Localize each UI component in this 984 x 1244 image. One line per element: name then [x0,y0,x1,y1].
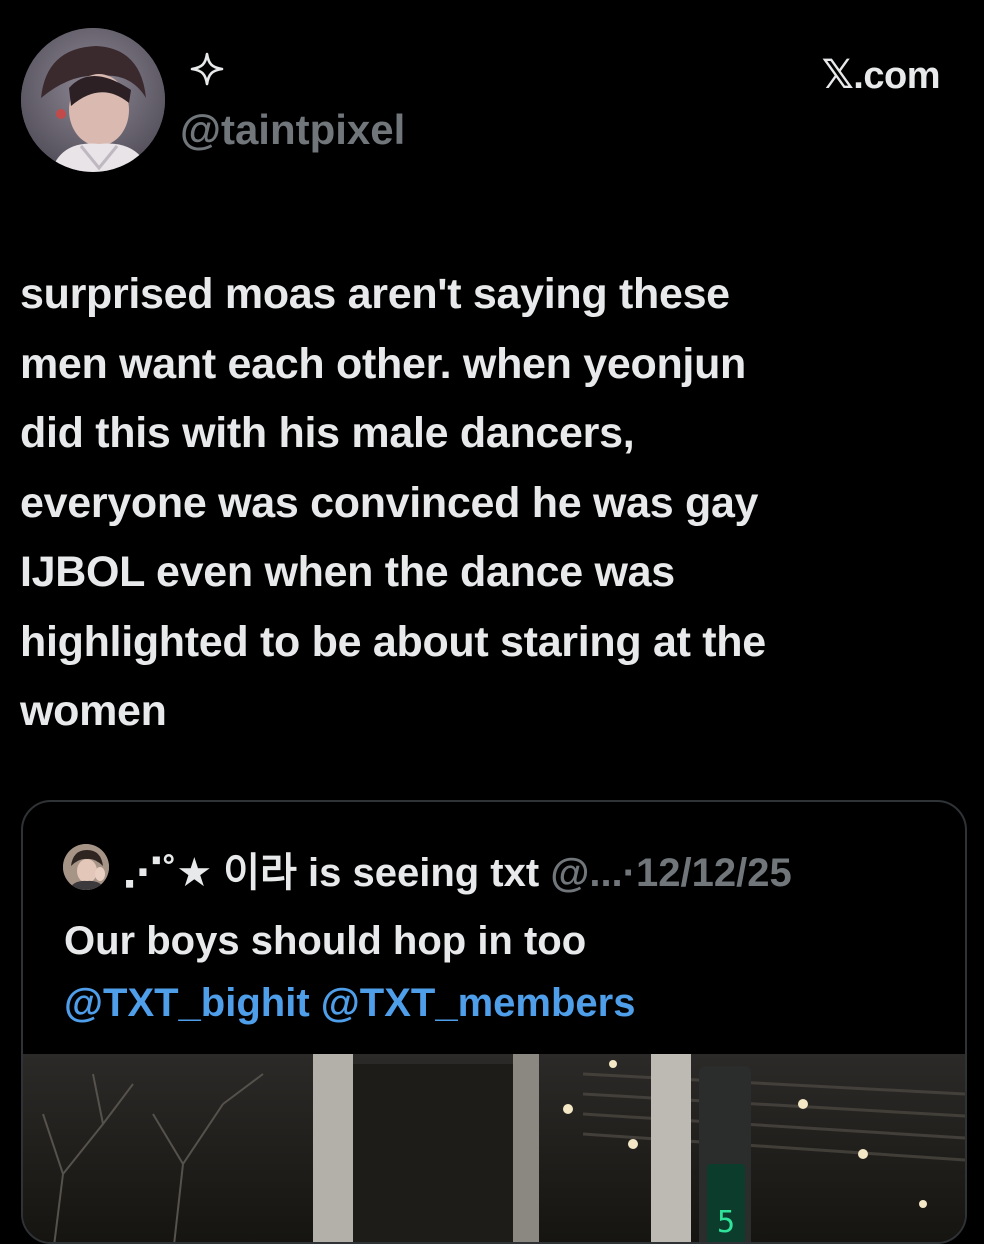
tweet-line: did this with his male dancers, [20,409,635,457]
tweet-line: everyone was convinced he was gay [20,478,759,527]
tweet-line: IJBOL even when the dance was [20,548,675,596]
mention-link[interactable]: @TXT_members [321,981,636,1025]
x-logo-icon: 𝕏 [821,53,854,97]
quote-body: Our boys should hop in too [64,919,587,963]
brand-suffix: .com [853,55,940,97]
author-handle[interactable]: @taintpixel [180,106,405,154]
quote-header: ⋰˚★ 이라 is seeing txt @...·12/12/25 [123,840,792,898]
quote-tweet-card[interactable]: ⋰˚★ 이라 is seeing txt @...·12/12/25 Our b… [21,800,967,1244]
quote-handle[interactable]: @... [550,851,622,895]
quote-text: Our boys should hop in too @TXT_bighit @… [64,910,635,1034]
quote-avatar-image [63,844,109,890]
video-thumbnail[interactable]: 5 [23,1054,965,1242]
tweet-line: men want each other. when yeonjun [20,339,747,388]
avatar-image [21,28,165,172]
svg-text:5: 5 [717,1205,735,1240]
tweet-screenshot: @taintpixel 𝕏.com surprised moas aren't … [0,0,984,1244]
tweet-text: surprised moas aren't saying these men w… [20,260,950,747]
quote-separator: · [622,851,636,895]
quote-avatar[interactable] [63,844,109,890]
quote-display-name[interactable]: ⋰˚★ 이라 is seeing txt [123,851,539,895]
sparkle-icon [190,52,224,86]
mention-link[interactable]: @TXT_bighit [64,981,310,1025]
avatar[interactable] [21,28,165,172]
tweet-line: surprised moas aren't saying these [20,270,730,318]
tweet-line: highlighted to be about staring at the [20,617,766,666]
quote-date[interactable]: 12/12/25 [636,851,792,895]
brand-label: 𝕏.com [821,52,941,98]
tweet-line: women [20,687,167,735]
quote-mentions: @TXT_bighit @TXT_members [64,972,635,1034]
video-thumbnail-image: 5 [23,1054,965,1242]
